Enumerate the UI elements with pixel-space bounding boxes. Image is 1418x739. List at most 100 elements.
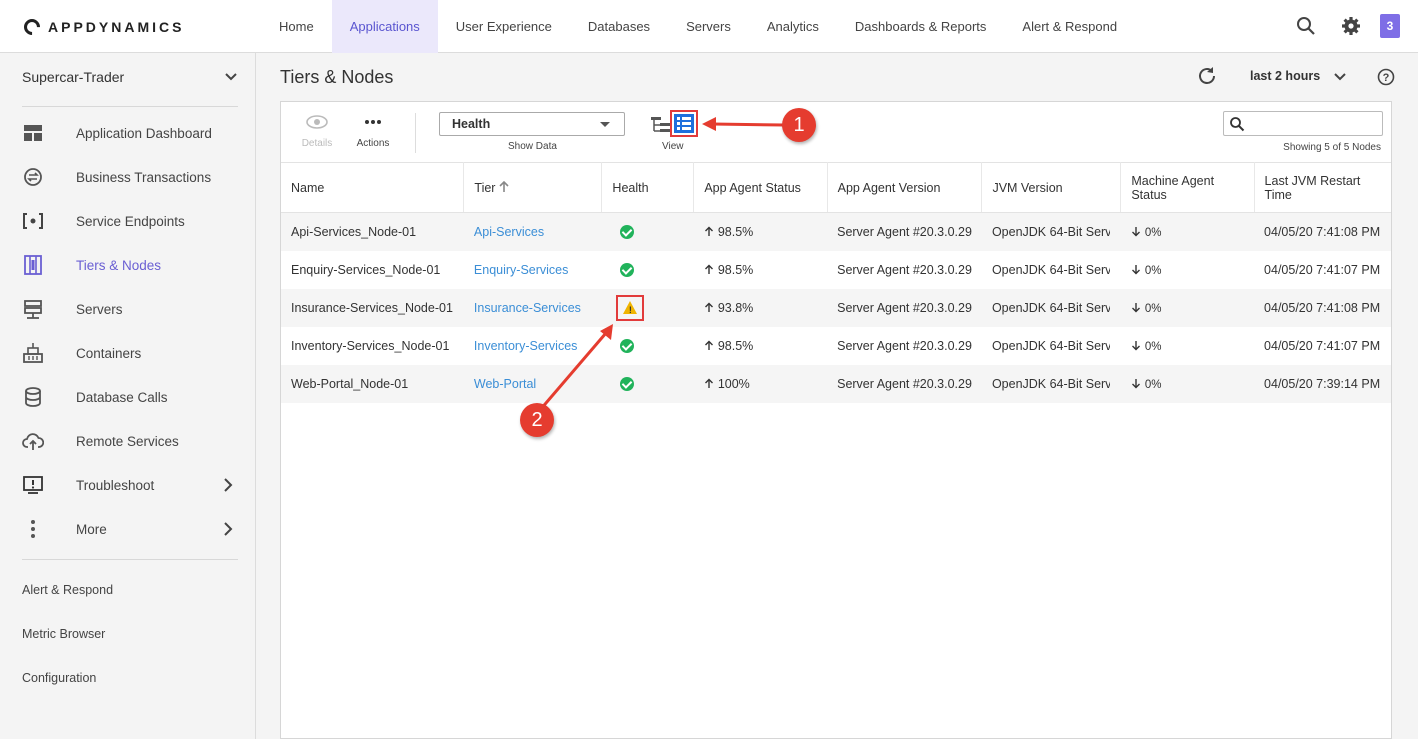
- tier-link[interactable]: Enquiry-Services: [474, 263, 568, 277]
- column-header-tier[interactable]: Tier: [463, 162, 603, 213]
- sidebar-item-servers[interactable]: Servers: [0, 287, 256, 331]
- tier-link[interactable]: Api-Services: [474, 225, 544, 239]
- dashboard-icon: [24, 125, 42, 141]
- column-header-label: App Agent Version: [837, 180, 941, 195]
- arrow-up-icon: [704, 340, 713, 350]
- app-agent-status: 93.8%: [717, 300, 754, 315]
- column-header-machine-agent-status[interactable]: Machine Agent Status: [1120, 162, 1255, 213]
- tier-cell: Insurance-Services: [463, 288, 602, 327]
- actions-button[interactable]: Actions: [353, 114, 393, 149]
- column-header-last-jvm-restart-time[interactable]: Last JVM Restart Time: [1254, 162, 1391, 213]
- sidebar-item-business-transactions[interactable]: Business Transactions: [0, 155, 256, 199]
- chevron-down-icon[interactable]: [1333, 72, 1347, 82]
- toolbar-separator: [415, 113, 416, 153]
- gear-icon[interactable]: [1340, 15, 1362, 37]
- app-agent-version: Server Agent #20.3.0.29: [837, 262, 972, 277]
- app-agent-version-cell: Server Agent #20.3.0.29: [827, 364, 982, 403]
- app-agent-version: Server Agent #20.3.0.29: [837, 300, 972, 315]
- nav-item-dashboards-reports[interactable]: Dashboards & Reports: [837, 0, 1005, 53]
- node-name[interactable]: Api-Services_Node-01: [281, 212, 464, 251]
- table-row[interactable]: Insurance-Services_Node-01 Insurance-Serv…: [281, 288, 1391, 327]
- arrow-down-icon: [1131, 302, 1140, 312]
- sidebar-link-configuration[interactable]: Configuration: [22, 671, 96, 685]
- app-agent-version: Server Agent #20.3.0.29: [837, 224, 972, 239]
- health-ok-icon[interactable]: [619, 225, 634, 240]
- sidebar-item-service-endpoints[interactable]: Service Endpoints: [0, 199, 256, 243]
- health-ok-icon[interactable]: [619, 338, 634, 353]
- health-warning-highlight[interactable]: !: [615, 294, 644, 321]
- sort-ascending-icon[interactable]: [499, 180, 509, 193]
- sidebar-item-more[interactable]: More: [0, 507, 256, 551]
- search-box[interactable]: [1223, 111, 1383, 136]
- nav-item-servers[interactable]: Servers: [668, 0, 749, 53]
- jvm-version: OpenJDK 64-Bit Server V: [991, 224, 1110, 239]
- node-name[interactable]: Inventory-Services_Node-01: [281, 327, 464, 365]
- jvm-version-cell: OpenJDK 64-Bit Server V: [981, 212, 1121, 251]
- top-navigation: APPDYNAMICS Home Applications User Experie…: [0, 0, 1418, 53]
- search-input[interactable]: [1250, 112, 1380, 133]
- machine-agent-status-cell: 0%: [1121, 251, 1254, 289]
- sidebar-item-remote-services[interactable]: Remote Services: [0, 419, 256, 463]
- nav-item-databases[interactable]: Databases: [570, 0, 668, 53]
- table-row[interactable]: Enquiry-Services_Node-01 Enquiry-Services…: [281, 251, 1391, 289]
- sidebar-item-tiers-nodes[interactable]: Tiers & Nodes: [0, 243, 256, 287]
- nodes-panel: Details Actions Health Show Data View Sh…: [280, 101, 1392, 739]
- last-jvm-restart: 04/05/20 7:39:14 PM: [1254, 364, 1391, 403]
- sidebar-item-application-dashboard[interactable]: Application Dashboard: [0, 111, 256, 155]
- sidebar-item-database-calls[interactable]: Database Calls: [0, 375, 256, 419]
- show-data-dropdown[interactable]: Health: [439, 112, 625, 136]
- nav-item-alert-respond[interactable]: Alert & Respond: [1004, 0, 1135, 53]
- application-selector[interactable]: Supercar-Trader: [22, 67, 238, 87]
- nav-item-analytics[interactable]: Analytics: [749, 0, 837, 53]
- time-range-selector[interactable]: last 2 hours: [1250, 69, 1320, 83]
- column-header-app-agent-status[interactable]: App Agent Status: [693, 162, 828, 213]
- app-agent-status-cell: 100%: [693, 364, 828, 403]
- tier-link[interactable]: Inventory-Services: [474, 339, 578, 353]
- help-icon[interactable]: ?: [1377, 68, 1395, 86]
- grid-view-icon: [674, 114, 694, 133]
- health-cell: [602, 251, 694, 289]
- node-name[interactable]: Insurance-Services_Node-01: [281, 288, 464, 327]
- sidebar-link-alert-respond[interactable]: Alert & Respond: [22, 583, 113, 597]
- sidebar-item-label: Application Dashboard: [76, 125, 212, 141]
- search-icon[interactable]: [1295, 15, 1317, 37]
- sidebar-item-troubleshoot[interactable]: Troubleshoot: [0, 463, 256, 507]
- column-header-name[interactable]: Name: [281, 162, 465, 213]
- transactions-icon: [24, 168, 42, 186]
- nav-item-applications[interactable]: Applications: [331, 0, 438, 53]
- nav-item-home[interactable]: Home: [261, 0, 332, 53]
- refresh-icon[interactable]: [1196, 65, 1218, 87]
- machine-agent-status: 0%: [1144, 302, 1162, 315]
- health-ok-icon[interactable]: [619, 262, 634, 277]
- details-button[interactable]: Details: [299, 114, 335, 149]
- app-agent-status-cell: 98.5%: [694, 251, 827, 289]
- time-range-label: last 2 hours: [1250, 69, 1321, 83]
- notification-badge[interactable]: 3: [1380, 14, 1400, 38]
- table-row[interactable]: Api-Services_Node-01 Api-Services 98.5% Ser…: [281, 212, 1391, 251]
- tier-cell: Enquiry-Services: [464, 251, 602, 289]
- machine-agent-status: 0%: [1144, 264, 1162, 277]
- sidebar-item-label: Remote Services: [76, 433, 179, 449]
- tree-view-icon[interactable]: [650, 115, 672, 135]
- appdynamics-logo[interactable]: APPDYNAMICS: [20, 15, 184, 39]
- database-icon: [25, 387, 41, 407]
- column-header-health[interactable]: Health: [601, 162, 695, 213]
- tier-link[interactable]: Insurance-Services: [474, 301, 581, 315]
- tier-link[interactable]: Web-Portal: [474, 377, 536, 391]
- nav-item-user-experience[interactable]: User Experience: [438, 0, 570, 53]
- table-row[interactable]: Inventory-Services_Node-01 Inventory-Serv…: [281, 327, 1391, 365]
- chevron-right-icon: [224, 522, 233, 536]
- node-name[interactable]: Enquiry-Services_Node-01: [281, 251, 464, 289]
- column-header-app-agent-version[interactable]: App Agent Version: [827, 162, 983, 213]
- logo-icon: [20, 15, 44, 39]
- health-ok-icon[interactable]: [619, 376, 634, 391]
- node-name[interactable]: Web-Portal_Node-01: [281, 364, 464, 403]
- arrow-down-icon: [1131, 226, 1140, 237]
- column-header-jvm-version[interactable]: JVM Version: [981, 162, 1122, 213]
- sidebar-link-metric-browser[interactable]: Metric Browser: [22, 627, 105, 641]
- machine-agent-status: 0%: [1144, 340, 1162, 353]
- table-row[interactable]: Web-Portal_Node-01 Web-Portal 100% Server A…: [281, 364, 1391, 403]
- grid-view-button[interactable]: [670, 110, 698, 137]
- sidebar-item-containers[interactable]: Containers: [0, 331, 256, 375]
- arrow-up-icon: [704, 302, 713, 312]
